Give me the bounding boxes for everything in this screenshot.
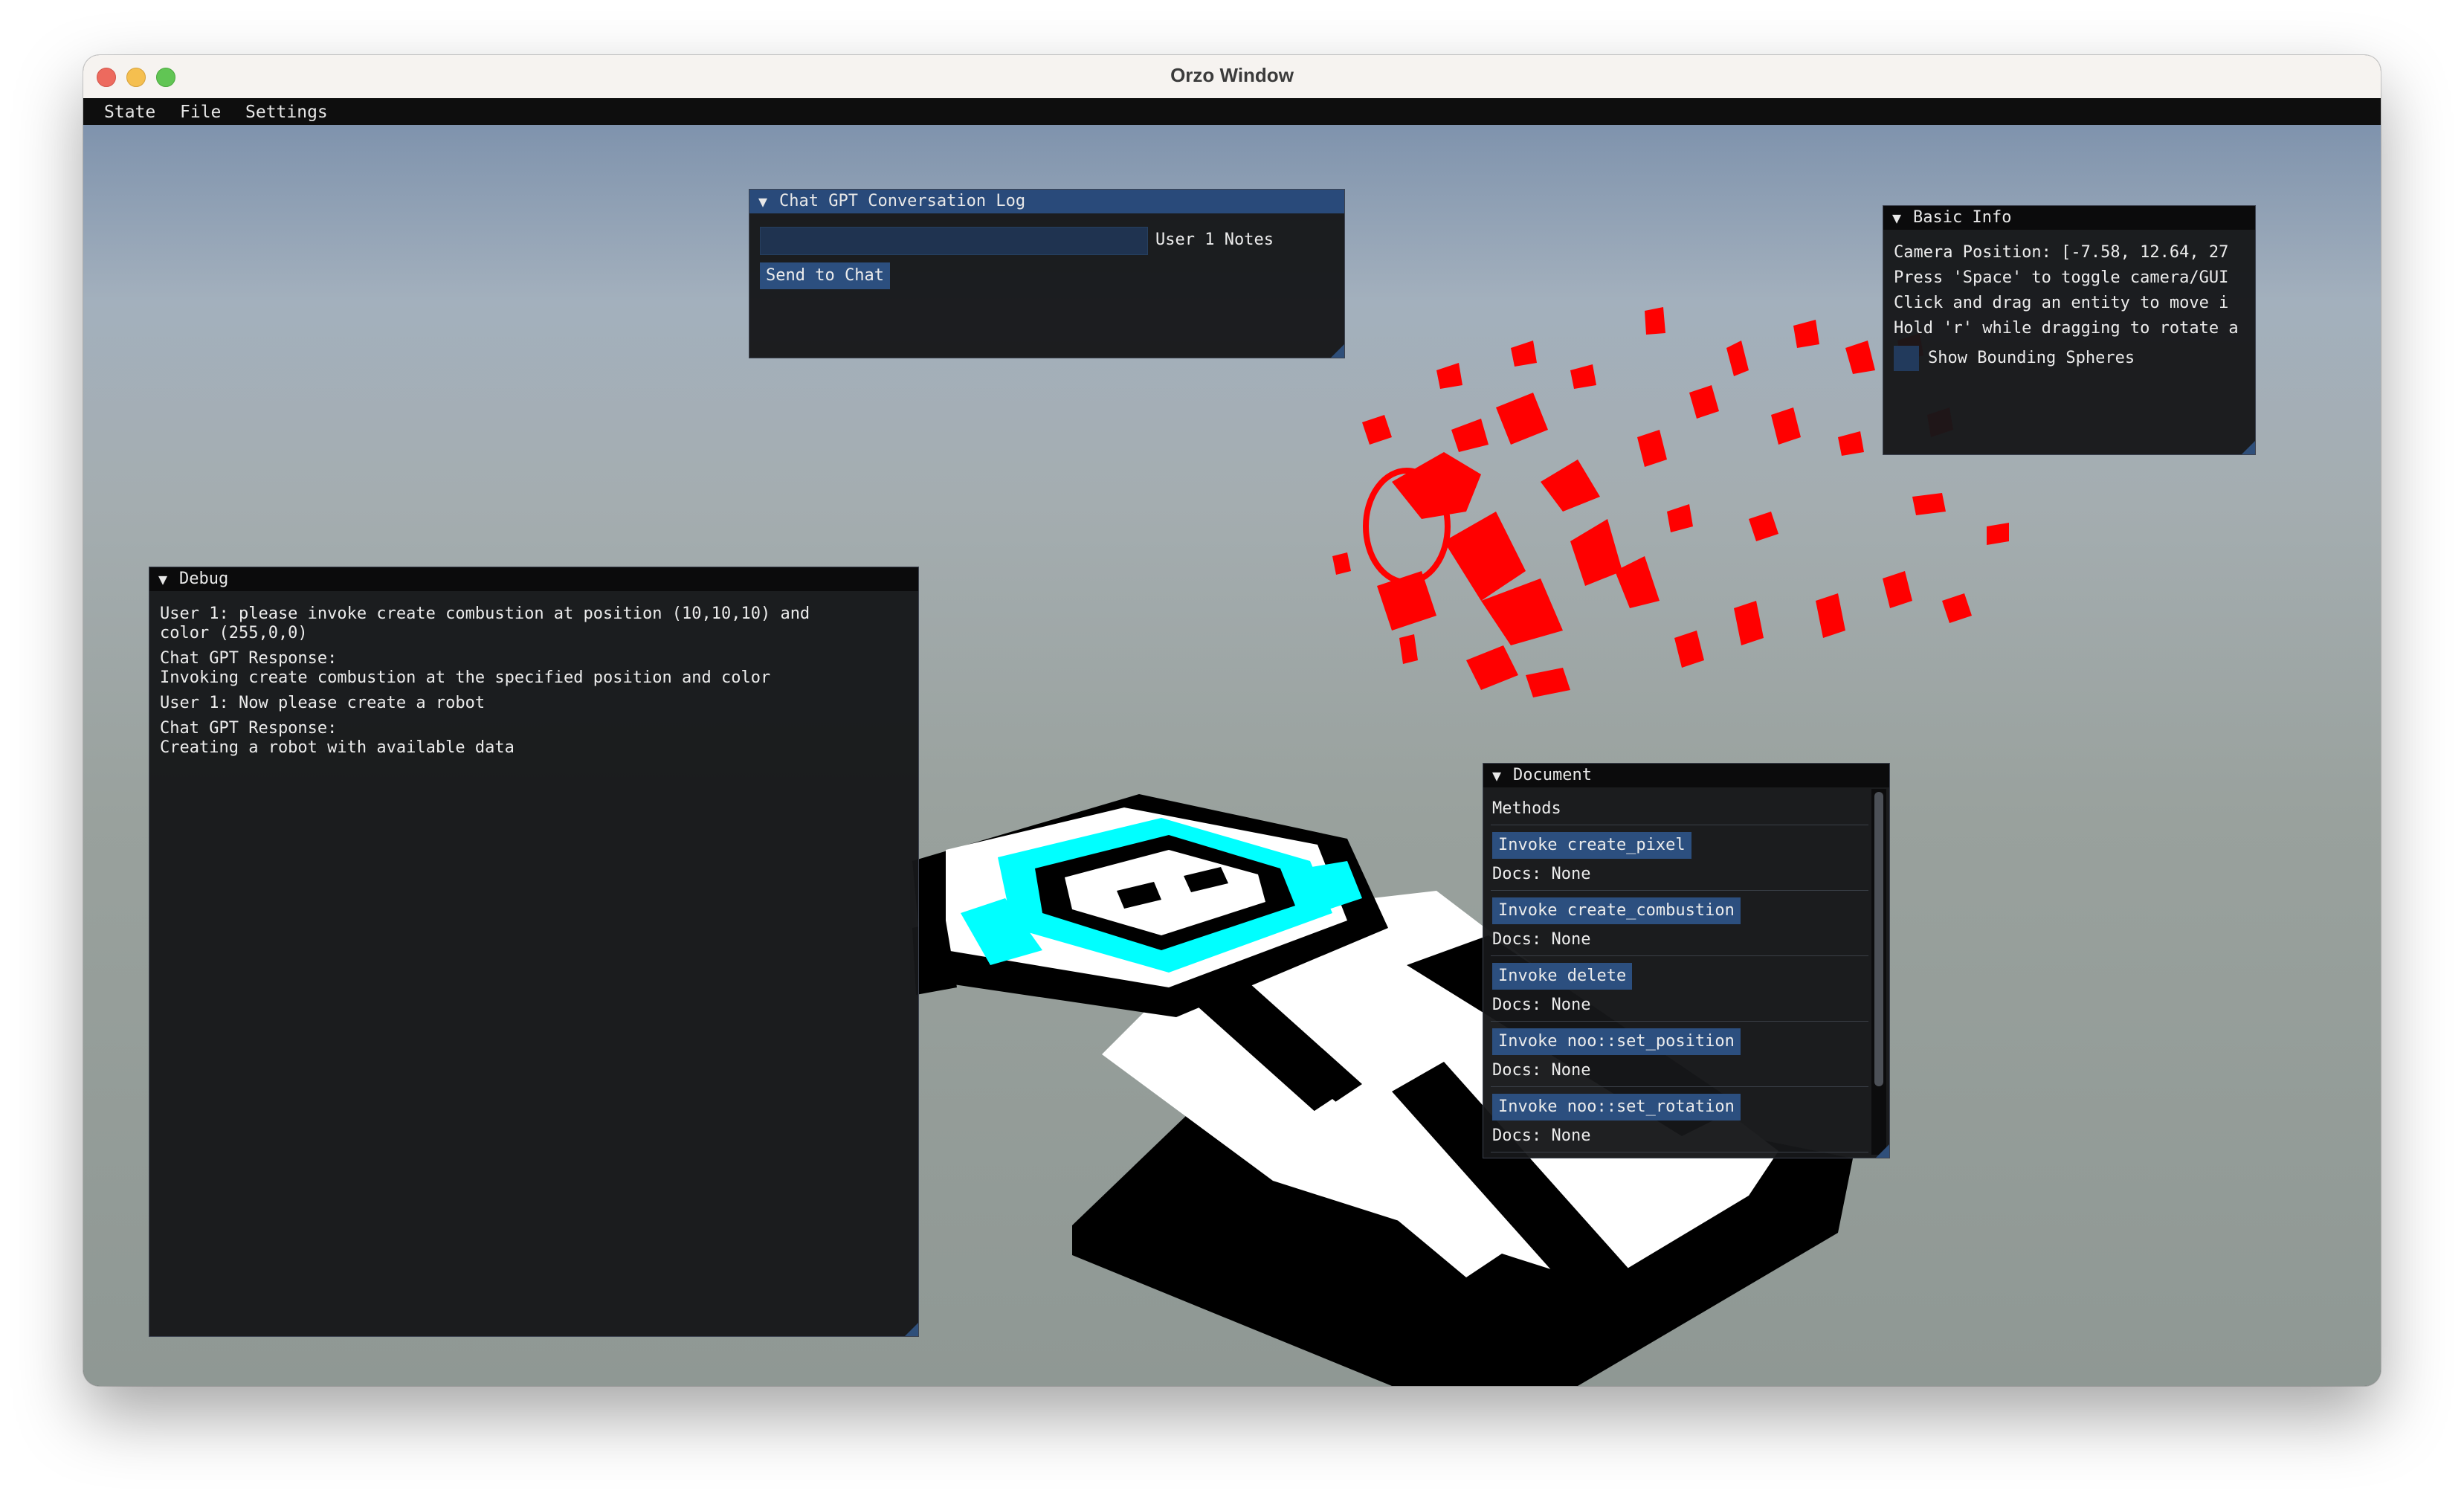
debug-title-bar[interactable]: ▼ Debug [149,567,918,591]
scrollbar-thumb[interactable] [1874,792,1883,1086]
menu-file[interactable]: File [180,103,221,122]
debug-log-entry: Chat GPT Response: Invoking create combu… [160,649,771,687]
collapse-triangle-icon[interactable]: ▼ [158,567,167,591]
toggle-camera-hint: Press 'Space' to toggle camera/GUI [1894,268,2229,287]
collapse-triangle-icon[interactable]: ▼ [1892,206,1901,230]
invoke-create-pixel-button[interactable]: Invoke create_pixel [1492,832,1691,859]
resize-grip-icon[interactable] [2242,441,2255,454]
rotate-hint: Hold 'r' while dragging to rotate a [1894,319,2239,338]
method-docs: Docs: None [1492,1126,1591,1145]
chat-panel: ▼ Chat GPT Conversation Log User 1 Notes… [749,189,1345,358]
show-bounding-spheres-checkbox[interactable] [1894,346,1919,371]
invoke-create-combustion-button[interactable]: Invoke create_combustion [1492,897,1741,924]
basic-info-panel: ▼ Basic Info Camera Position: [-7.58, 12… [1883,205,2256,455]
resize-grip-icon[interactable] [905,1323,918,1336]
document-title: Document [1513,766,1592,784]
basic-info-title-bar[interactable]: ▼ Basic Info [1883,206,2255,230]
debug-log-entry: User 1: Now please create a robot [160,694,486,712]
chat-input-label: User 1 Notes [1155,230,1274,249]
method-docs: Docs: None [1492,865,1591,883]
camera-position-text: Camera Position: [-7.58, 12.64, 27 [1894,243,2229,262]
methods-heading: Methods [1492,799,1561,818]
debug-title: Debug [179,570,229,588]
chat-panel-title-bar[interactable]: ▼ Chat GPT Conversation Log [749,190,1344,213]
resize-grip-icon[interactable] [1876,1144,1889,1158]
menu-state[interactable]: State [104,103,155,122]
invoke-delete-button[interactable]: Invoke delete [1492,963,1633,990]
debug-log-entry: User 1: please invoke create combustion … [160,604,810,642]
resize-grip-icon[interactable] [1331,344,1344,358]
chat-notes-input[interactable] [760,227,1148,255]
debug-panel: ▼ Debug User 1: please invoke create com… [149,567,919,1337]
window-title: Orzo Window [1170,64,1294,86]
invoke-set-rotation-button[interactable]: Invoke noo::set_rotation [1492,1094,1741,1121]
separator [1491,1021,1868,1022]
document-title-bar[interactable]: ▼ Document [1483,764,1889,787]
collapse-triangle-icon[interactable]: ▼ [1492,764,1501,787]
method-docs: Docs: None [1492,996,1591,1014]
drag-entity-hint: Click and drag an entity to move i [1894,294,2229,312]
method-docs: Docs: None [1492,1061,1591,1080]
invoke-set-position-button[interactable]: Invoke noo::set_position [1492,1028,1741,1055]
document-panel: ▼ Document Methods Invoke create_pixel D… [1483,763,1890,1158]
show-bounding-spheres-label: Show Bounding Spheres [1928,349,2135,367]
chat-panel-title: Chat GPT Conversation Log [779,192,1026,210]
menu-bar: State File Settings [83,98,2381,125]
menu-settings[interactable]: Settings [245,103,328,122]
title-bar: Orzo Window [83,55,2381,99]
app-window: Orzo Window State File Settings ▼ Chat G… [83,55,2381,1386]
debug-log-entry: Chat GPT Response: Creating a robot with… [160,719,515,757]
separator [1491,890,1868,891]
send-to-chat-button[interactable]: Send to Chat [760,262,890,289]
3d-viewport[interactable]: ▼ Chat GPT Conversation Log User 1 Notes… [83,125,2381,1386]
separator [1491,955,1868,956]
method-docs: Docs: None [1492,930,1591,949]
document-scrollbar[interactable] [1871,789,1886,1155]
basic-info-title: Basic Info [1913,208,2012,227]
collapse-triangle-icon[interactable]: ▼ [758,190,767,213]
separator [1491,1086,1868,1087]
